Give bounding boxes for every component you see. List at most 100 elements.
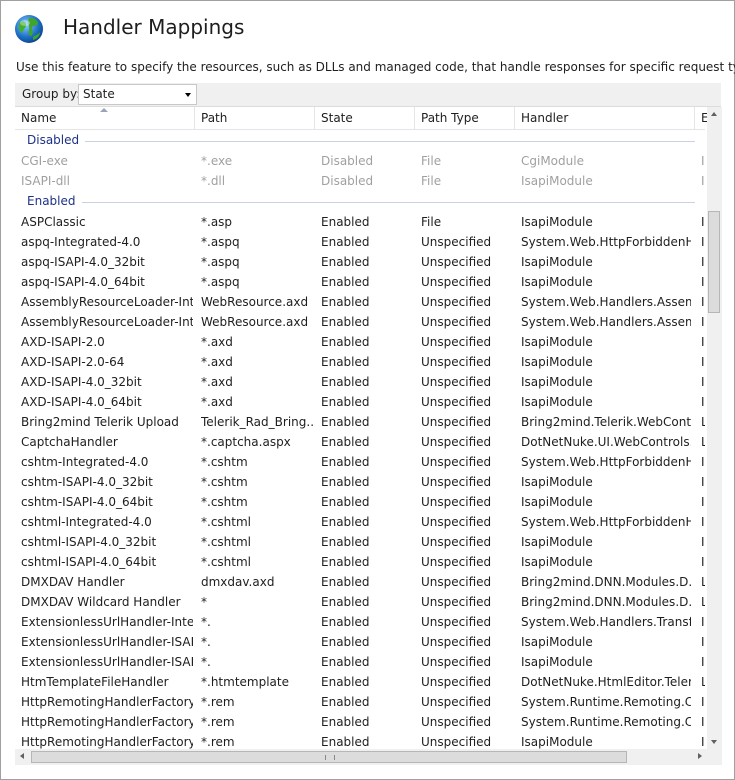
table-row[interactable]: cshtml-Integrated-4.0 *.cshtml Enabled Unsp… — [15, 512, 705, 532]
table-cell: File — [421, 215, 442, 229]
table-row[interactable]: DMXDAV Handler dmxdav.axd Enabled Unspecifi… — [15, 572, 705, 592]
table-cell: I — [701, 515, 705, 529]
table-row[interactable]: ExtensionlessUrlHandler-ISAPI... *. Enable… — [15, 632, 705, 652]
table-row[interactable]: AssemblyResourceLoader-Inte... WebResourc… — [15, 292, 705, 312]
table-cell: WebResource.axd — [201, 295, 309, 309]
table-cell: IsapiModule — [521, 495, 593, 509]
table-cell: Unspecified — [421, 695, 492, 709]
table-row[interactable]: aspq-Integrated-4.0 *.aspq Enabled Unspecif… — [15, 232, 705, 252]
table-row[interactable]: CaptchaHandler *.captcha.aspx Enabled Unspe… — [15, 432, 705, 452]
table-row[interactable]: DMXDAV Wildcard Handler * Enabled Unspecifi… — [15, 592, 705, 612]
table-cell: Enabled — [321, 375, 370, 389]
table-row[interactable]: cshtml-ISAPI-4.0_32bit *.cshtml Enabled Uns… — [15, 532, 705, 552]
vertical-scroll-thumb[interactable] — [708, 211, 720, 313]
table-cell: I — [701, 695, 705, 709]
table-cell: System.Runtime.Remoting.C... — [521, 695, 691, 709]
table-cell: Unspecified — [421, 295, 492, 309]
table-row[interactable]: ISAPI-dll *.dll Disabled File IsapiModule I — [15, 171, 705, 191]
table-cell: Unspecified — [421, 575, 492, 589]
table-cell: I — [701, 635, 705, 649]
horizontal-scroll-thumb[interactable] — [31, 751, 627, 763]
table-row[interactable]: aspq-ISAPI-4.0_64bit *.aspq Enabled Unspeci… — [15, 272, 705, 292]
table-cell: *.aspq — [201, 275, 240, 289]
table-cell: cshtml-ISAPI-4.0_32bit — [21, 535, 157, 549]
table-cell: DotNetNuke.UI.WebControls.... — [521, 435, 691, 449]
table-cell: Enabled — [321, 615, 370, 629]
table-cell: AXD-ISAPI-4.0_32bit — [21, 375, 142, 389]
scroll-left-icon[interactable] — [15, 749, 30, 765]
scroll-down-icon[interactable] — [707, 734, 722, 749]
table-row[interactable]: AssemblyResourceLoader-Inte... WebResourc… — [15, 312, 705, 332]
scroll-right-icon[interactable] — [692, 749, 707, 765]
table-cell: L — [701, 595, 705, 609]
table-cell: Unspecified — [421, 355, 492, 369]
group-label: Disabled — [27, 133, 80, 147]
table-cell: DotNetNuke.HtmlEditor.Teler... — [521, 675, 691, 689]
table-row[interactable]: ExtensionlessUrlHandler-ISAPI... *. Enable… — [15, 652, 705, 672]
table-cell: Unspecified — [421, 515, 492, 529]
table-row[interactable]: AXD-ISAPI-2.0-64 *.axd Enabled Unspecified I… — [15, 352, 705, 372]
table-cell: CaptchaHandler — [21, 435, 118, 449]
table-cell: aspq-Integrated-4.0 — [21, 235, 141, 249]
scroll-up-icon[interactable] — [707, 107, 722, 122]
table-cell: I — [701, 655, 705, 669]
table-cell: Unspecified — [421, 675, 492, 689]
table-cell: IsapiModule — [521, 635, 593, 649]
table-row[interactable]: AXD-ISAPI-4.0_64bit *.axd Enabled Unspecifi… — [15, 392, 705, 412]
table-cell: Unspecified — [421, 535, 492, 549]
table-cell: I — [701, 535, 705, 549]
table-cell: Enabled — [321, 675, 370, 689]
horizontal-scrollbar[interactable] — [15, 749, 707, 765]
table-cell: Unspecified — [421, 335, 492, 349]
table-row[interactable]: cshtm-ISAPI-4.0_32bit *.cshtm Enabled Unspe… — [15, 472, 705, 492]
column-header-path-type[interactable]: Path Type — [415, 107, 515, 129]
table-cell: Unspecified — [421, 615, 492, 629]
vertical-scrollbar[interactable] — [707, 107, 722, 749]
table-cell: AXD-ISAPI-4.0_64bit — [21, 395, 142, 409]
table-cell: Enabled — [321, 255, 370, 269]
table-cell: *. — [201, 615, 211, 629]
table-cell: I — [701, 555, 705, 569]
table-cell: AssemblyResourceLoader-Inte... — [21, 295, 193, 309]
table-row[interactable]: cshtml-ISAPI-4.0_64bit *.cshtml Enabled Uns… — [15, 552, 705, 572]
table-cell: File — [421, 174, 442, 188]
table-cell: L — [701, 415, 705, 429]
table-cell: AXD-ISAPI-2.0 — [21, 335, 105, 349]
table-row[interactable]: HttpRemotingHandlerFactory... *.rem Enable… — [15, 692, 705, 712]
table-cell: Disabled — [321, 154, 374, 168]
table-row[interactable]: AXD-ISAPI-2.0 *.axd Enabled Unspecified Isap… — [15, 332, 705, 352]
table-row[interactable]: ExtensionlessUrlHandler-Integ... *. Enable… — [15, 612, 705, 632]
group-by-dropdown[interactable]: State — [78, 84, 197, 105]
table-row[interactable]: cshtm-Integrated-4.0 *.cshtm Enabled Unspec… — [15, 452, 705, 472]
table-cell: Enabled — [321, 435, 370, 449]
table-row[interactable]: CGI-exe *.exe Disabled File CgiModule I — [15, 151, 705, 171]
table-row[interactable]: HtmTemplateFileHandler *.htmtemplate Enabl… — [15, 672, 705, 692]
table-cell: ASPClassic — [21, 215, 86, 229]
column-header-handler[interactable]: Handler — [515, 107, 695, 129]
table-row[interactable]: Bring2mind Telerik Upload Telerik_Rad_Bri… — [15, 412, 705, 432]
table-cell: dmxdav.axd — [201, 575, 275, 589]
list-body: Disabled CGI-exe *.exe Disabled File CgiModul… — [15, 130, 705, 766]
column-header-state[interactable]: State — [315, 107, 415, 129]
table-cell: IsapiModule — [521, 275, 593, 289]
column-header-path[interactable]: Path — [195, 107, 315, 129]
grip-icon — [325, 755, 335, 760]
table-row[interactable]: HttpRemotingHandlerFactory... *.rem Enable… — [15, 712, 705, 732]
table-row[interactable]: cshtm-ISAPI-4.0_64bit *.cshtm Enabled Unspe… — [15, 492, 705, 512]
table-cell: cshtml-Integrated-4.0 — [21, 515, 152, 529]
table-cell: Enabled — [321, 475, 370, 489]
table-cell: Enabled — [321, 635, 370, 649]
table-cell: Enabled — [321, 315, 370, 329]
table-row[interactable]: aspq-ISAPI-4.0_32bit *.aspq Enabled Unspeci… — [15, 252, 705, 272]
group-header: Enabled — [15, 191, 705, 212]
table-row[interactable]: ASPClassic *.asp Enabled File IsapiModule I — [15, 212, 705, 232]
table-cell: I — [701, 475, 705, 489]
table-cell: I — [701, 255, 705, 269]
table-cell: Enabled — [321, 275, 370, 289]
table-cell: *.axd — [201, 395, 233, 409]
table-cell: I — [701, 715, 705, 729]
table-cell: HttpRemotingHandlerFactory... — [21, 715, 193, 729]
table-cell: Enabled — [321, 495, 370, 509]
table-cell: * — [201, 595, 207, 609]
table-row[interactable]: AXD-ISAPI-4.0_32bit *.axd Enabled Unspecifi… — [15, 372, 705, 392]
